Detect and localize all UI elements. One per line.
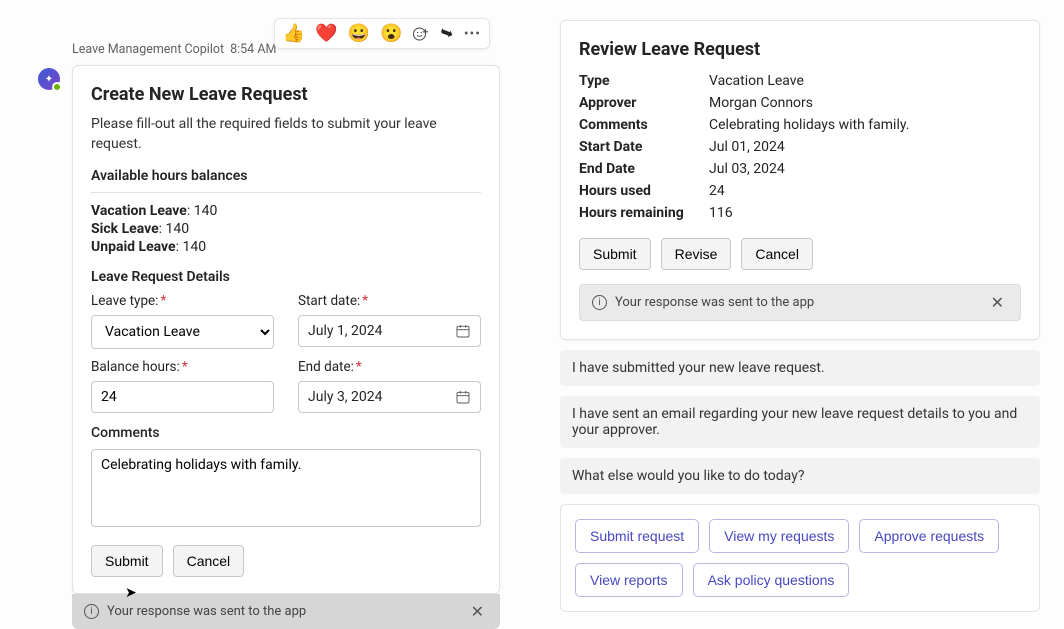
more-options-icon[interactable]: ••• [464, 26, 481, 42]
info-icon: i [592, 295, 607, 310]
kv-comments: CommentsCelebrating holidays with family… [579, 114, 1021, 136]
presence-available-icon [52, 82, 62, 92]
review-cancel-button[interactable]: Cancel [741, 238, 813, 270]
close-icon[interactable]: ✕ [987, 293, 1008, 312]
info-icon: i [84, 604, 99, 619]
kv-approver: ApproverMorgan Connors [579, 92, 1021, 114]
details-heading: Leave Request Details [91, 269, 481, 285]
reaction-heart-icon[interactable]: ❤️ [315, 23, 337, 44]
card-intro: Please fill-out all the required fields … [91, 115, 481, 154]
leave-type-select[interactable]: Vacation Leave [91, 315, 274, 349]
submit-button[interactable]: Submit [91, 545, 163, 577]
kv-start-date: Start DateJul 01, 2024 [579, 136, 1021, 158]
review-submit-button[interactable]: Submit [579, 238, 651, 270]
response-sent-text: Your response was sent to the app [107, 604, 306, 619]
calendar-icon [455, 389, 471, 405]
bot-message-2: I have sent an email regarding your new … [560, 396, 1040, 448]
reaction-surprised-icon[interactable]: 😮 [380, 23, 402, 44]
response-sent-text: Your response was sent to the app [615, 295, 814, 310]
chip-approve-requests[interactable]: Approve requests [859, 519, 999, 553]
comments-textarea[interactable] [91, 449, 481, 527]
sender-time: 8:54 AM [230, 42, 276, 57]
leave-type-label: Leave type:* [91, 293, 274, 309]
bot-message-3: What else would you like to do today? [560, 458, 1040, 494]
unpaid-balance: Unpaid Leave: 140 [91, 239, 481, 255]
start-date-input[interactable]: July 1, 2024 [298, 315, 481, 347]
start-date-label: Start date:* [298, 293, 481, 309]
balance-hours-input[interactable] [91, 381, 274, 413]
end-date-input[interactable]: July 3, 2024 [298, 381, 481, 413]
add-reaction-icon[interactable] [412, 25, 430, 43]
kv-end-date: End DateJul 03, 2024 [579, 158, 1021, 180]
sender-name: Leave Management Copilot [72, 42, 224, 57]
review-card-title: Review Leave Request [579, 39, 1021, 60]
reaction-like-icon[interactable]: 👍 [283, 23, 305, 44]
chip-view-reports[interactable]: View reports [575, 563, 683, 597]
reply-icon[interactable]: ➦ [438, 22, 457, 44]
sick-balance: Sick Leave: 140 [91, 221, 481, 237]
vacation-balance: Vacation Leave: 140 [91, 203, 481, 219]
kv-hours-used: Hours used24 [579, 180, 1021, 202]
kv-hours-remaining: Hours remaining116 [579, 202, 1021, 224]
calendar-icon [455, 323, 471, 339]
divider [91, 192, 481, 193]
comments-label: Comments [91, 425, 481, 441]
close-icon[interactable]: ✕ [467, 602, 488, 621]
card-title: Create New Leave Request [91, 84, 481, 105]
kv-type: TypeVacation Leave [579, 70, 1021, 92]
cancel-button[interactable]: Cancel [173, 545, 245, 577]
balances-heading: Available hours balances [91, 168, 481, 184]
bot-message-1: I have submitted your new leave request. [560, 350, 1040, 386]
chip-view-my-requests[interactable]: View my requests [709, 519, 849, 553]
chip-ask-policy-questions[interactable]: Ask policy questions [693, 563, 850, 597]
balance-hours-label: Balance hours:* [91, 359, 274, 375]
chip-submit-request[interactable]: Submit request [575, 519, 699, 553]
end-date-label: End date:* [298, 359, 481, 375]
reaction-laugh-icon[interactable]: 😀 [348, 23, 370, 44]
review-revise-button[interactable]: Revise [661, 238, 732, 270]
